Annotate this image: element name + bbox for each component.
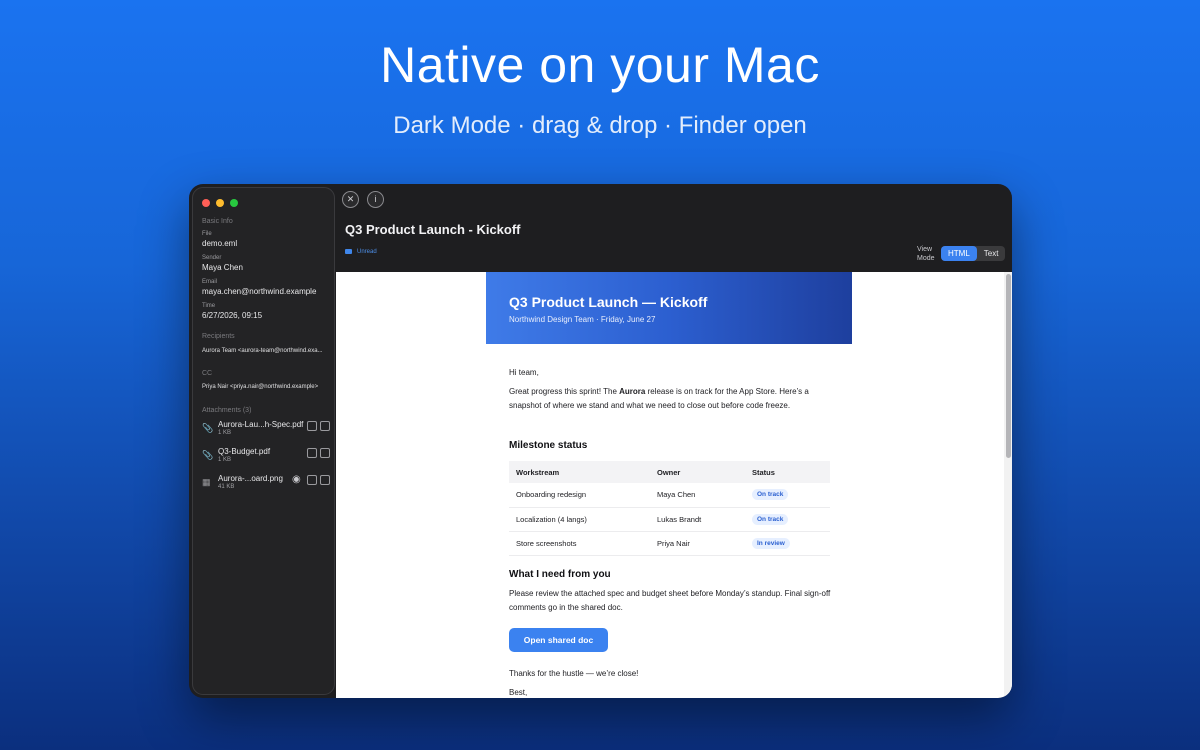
email-title: Q3 Product Launch - Kickoff	[345, 222, 521, 237]
email-label: Email	[202, 279, 218, 285]
milestone-table: Workstream Owner Status Onboarding redes…	[509, 461, 830, 556]
hero-title: Native on your Mac	[380, 37, 820, 93]
save-attachment-icon[interactable]	[320, 448, 330, 458]
attachment-name: Aurora-Lau...h-Spec.pdf	[218, 420, 304, 429]
save-attachment-icon[interactable]	[320, 421, 330, 431]
milestone-heading: Milestone status	[509, 440, 588, 451]
open-shared-doc-button[interactable]: Open shared doc	[509, 628, 608, 652]
time-value: 6/27/2026, 09:15	[202, 311, 263, 320]
basic-info-heading: Basic Info	[202, 218, 233, 225]
open-attachment-icon[interactable]	[307, 475, 317, 485]
need-paragraph: Please review the attached spec and budg…	[509, 589, 831, 612]
table-header-row: Workstream Owner Status	[509, 461, 830, 483]
info-icon[interactable]: i	[367, 191, 384, 208]
open-attachment-icon[interactable]	[307, 421, 317, 431]
scrollbar[interactable]	[1004, 272, 1012, 698]
view-mode-segmented-control: HTML Text	[941, 246, 1006, 261]
intro-bold: Aurora	[619, 387, 646, 396]
message-banner: Q3 Product Launch — Kickoff Northwind De…	[486, 272, 852, 344]
attachment-size: 1 KB	[218, 457, 232, 463]
hero-subtitle: Dark Mode · drag & drop · Finder open	[393, 112, 807, 139]
unread-badge: Unread	[345, 249, 377, 255]
recipients-value: Aurora Team <aurora-team@northwind.exa..…	[202, 348, 323, 354]
intro-text: Great progress this sprint! The	[509, 387, 620, 396]
email-value: maya.chen@northwind.example	[202, 287, 317, 296]
window-controls	[202, 199, 238, 207]
close-window-button[interactable]	[202, 199, 210, 207]
scrollbar-thumb[interactable]	[1006, 274, 1011, 458]
sender-label: Sender	[202, 255, 222, 261]
table-row: Localization (4 langs) Lukas Brandt On t…	[509, 507, 830, 532]
minimize-window-button[interactable]	[216, 199, 224, 207]
preview-eye-icon[interactable]: ◉	[292, 474, 301, 486]
workstream-cell: Store screenshots	[509, 531, 650, 556]
attachment-item[interactable]: 📎 Aurora-Lau...h-Spec.pdf 1 KB	[202, 420, 332, 442]
view-mode-text-button[interactable]: Text	[977, 246, 1006, 261]
table-header: Owner	[650, 461, 745, 483]
open-attachment-icon[interactable]	[307, 448, 317, 458]
attachment-name: Aurora-...oard.png	[218, 474, 283, 483]
time-label: Time	[202, 303, 216, 309]
status-cell: On track	[745, 483, 830, 508]
closing-line: Thanks for the hustle — we’re close!	[509, 669, 639, 678]
app-window: Basic Info File demo.eml Sender Maya Che…	[189, 184, 1012, 698]
cc-value: Priya Nair <priya.nair@northwind.example…	[202, 384, 319, 390]
table-row: Onboarding redesign Maya Chen On track	[509, 483, 830, 508]
greeting: Hi team,	[509, 368, 539, 377]
attachment-size: 1 KB	[218, 430, 232, 436]
workstream-cell: Localization (4 langs)	[509, 507, 650, 532]
banner-subtitle: Northwind Design Team · Friday, June 27	[509, 315, 656, 324]
envelope-icon	[345, 249, 352, 254]
status-cell: On track	[745, 507, 830, 532]
workstream-cell: Onboarding redesign	[509, 483, 650, 508]
sender-value: Maya Chen	[202, 263, 243, 272]
recipients-heading: Recipients	[202, 333, 235, 340]
table-row: Store screenshots Priya Nair In review	[509, 531, 830, 556]
save-attachment-icon[interactable]	[320, 475, 330, 485]
attachments-heading: Attachments (3)	[202, 407, 252, 414]
status-cell: In review	[745, 531, 830, 556]
file-label: File	[202, 231, 212, 237]
view-mode-label: View Mode	[917, 246, 935, 262]
attachment-item[interactable]: 📎 Q3-Budget.pdf 1 KB	[202, 447, 332, 469]
table-header: Workstream	[509, 461, 650, 483]
status-badge: On track	[752, 513, 789, 525]
attachment-size: 41 KB	[218, 484, 235, 490]
paperclip-icon: 📎	[202, 423, 214, 433]
attachment-item[interactable]: ▦ Aurora-...oard.png 41 KB ◉	[202, 474, 332, 496]
image-icon: ▦	[202, 477, 211, 487]
status-badge: On track	[752, 489, 789, 501]
owner-cell: Priya Nair	[650, 531, 745, 556]
file-value: demo.eml	[202, 239, 238, 248]
signoff: Best,	[509, 688, 528, 697]
intro-paragraph: Great progress this sprint! The Aurora r…	[509, 385, 831, 412]
view-mode-html-button[interactable]: HTML	[941, 246, 977, 261]
message-content: Q3 Product Launch — Kickoff Northwind De…	[336, 272, 1012, 698]
paperclip-icon: 📎	[202, 450, 214, 460]
owner-cell: Lukas Brandt	[650, 507, 745, 532]
unread-label: Unread	[357, 249, 377, 256]
zoom-window-button[interactable]	[230, 199, 238, 207]
status-badge: In review	[752, 537, 790, 549]
owner-cell: Maya Chen	[650, 483, 745, 508]
need-heading: What I need from you	[509, 569, 611, 580]
attachment-name: Q3-Budget.pdf	[218, 447, 271, 456]
table-header: Status	[745, 461, 830, 483]
sidebar: Basic Info File demo.eml Sender Maya Che…	[192, 187, 335, 695]
cc-heading: CC	[202, 370, 213, 377]
banner-title: Q3 Product Launch — Kickoff	[509, 294, 708, 310]
close-icon[interactable]: ✕	[342, 191, 359, 208]
